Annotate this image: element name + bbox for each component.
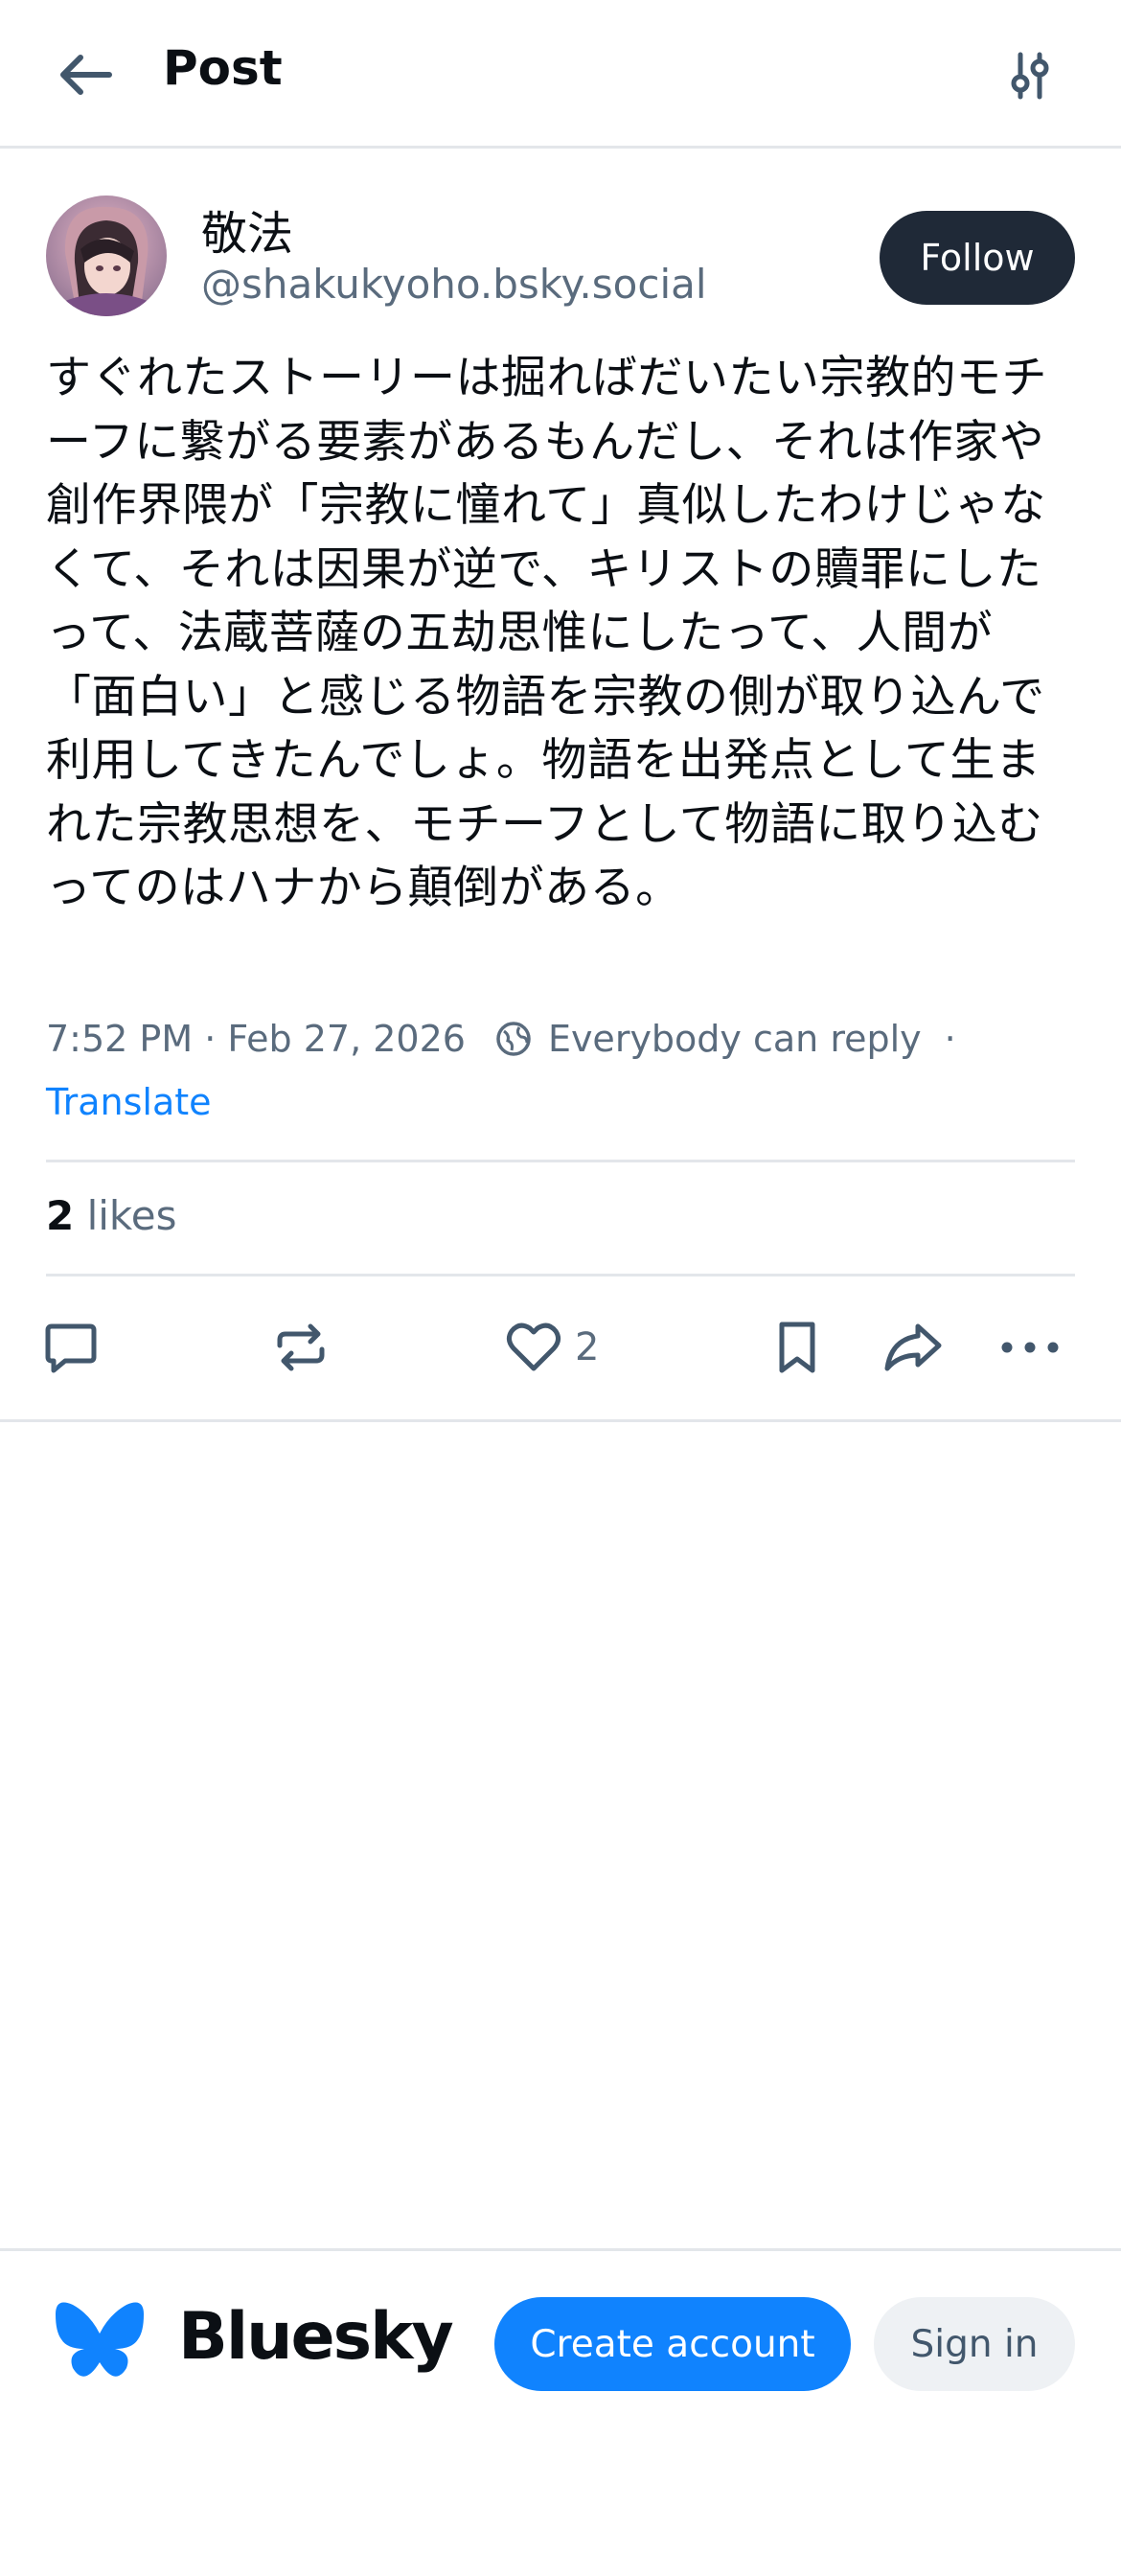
bookmark-button[interactable]: [770, 1313, 824, 1382]
signup-footer: Bluesky Create account Sign in: [0, 2248, 1121, 2576]
likes-summary[interactable]: 2 likes: [46, 1192, 176, 1239]
bookmark-icon: [779, 1322, 815, 1373]
post-body: すぐれたストーリーは掘ればだいたい宗教的モチーフに繋がる要素があるもんだし、それ…: [46, 352, 1047, 914]
reply-button[interactable]: [42, 1313, 100, 1382]
brand-wordmark: Bluesky: [178, 2299, 454, 2375]
follow-button[interactable]: Follow: [880, 211, 1075, 305]
author-handle[interactable]: @shakukyoho.bsky.social: [201, 261, 707, 308]
sliders-icon: [1011, 52, 1049, 100]
heart-icon: [506, 1322, 561, 1371]
sign-in-button[interactable]: Sign in: [874, 2297, 1075, 2391]
butterfly-logo-icon: [56, 2302, 144, 2377]
page-title: Post: [163, 40, 283, 96]
like-button[interactable]: 2: [504, 1313, 599, 1382]
back-button[interactable]: [50, 44, 119, 105]
reply-setting[interactable]: Everybody can reply: [548, 1018, 922, 1060]
globe-icon: [494, 1020, 533, 1058]
arrow-left-icon: [60, 55, 112, 95]
thread-settings-button[interactable]: [996, 42, 1064, 109]
divider: [0, 1419, 1121, 1422]
share-button[interactable]: [881, 1313, 945, 1382]
likes-count: 2: [46, 1192, 75, 1239]
divider: [46, 1274, 1075, 1276]
translate-link[interactable]: Translate: [46, 1081, 212, 1123]
likes-label: likes: [86, 1192, 177, 1239]
divider: [46, 1160, 1075, 1162]
share-arrow-icon: [884, 1323, 942, 1371]
like-count: 2: [575, 1325, 600, 1369]
more-options-button[interactable]: [998, 1313, 1062, 1382]
post-meta: 7:52 PM · Feb 27, 2026 Everybody can rep…: [46, 1016, 956, 1062]
author-display-name[interactable]: 敬法: [201, 196, 293, 263]
create-account-button[interactable]: Create account: [494, 2297, 851, 2391]
post-timestamp[interactable]: 7:52 PM · Feb 27, 2026: [46, 1018, 466, 1060]
meta-separator: ·: [944, 1018, 956, 1060]
ellipsis-icon: [1001, 1342, 1059, 1353]
speech-bubble-icon: [45, 1323, 97, 1373]
repost-icon: [277, 1323, 325, 1371]
top-bar: Post: [0, 0, 1121, 149]
repost-button[interactable]: [272, 1313, 330, 1382]
avatar[interactable]: [46, 196, 167, 316]
